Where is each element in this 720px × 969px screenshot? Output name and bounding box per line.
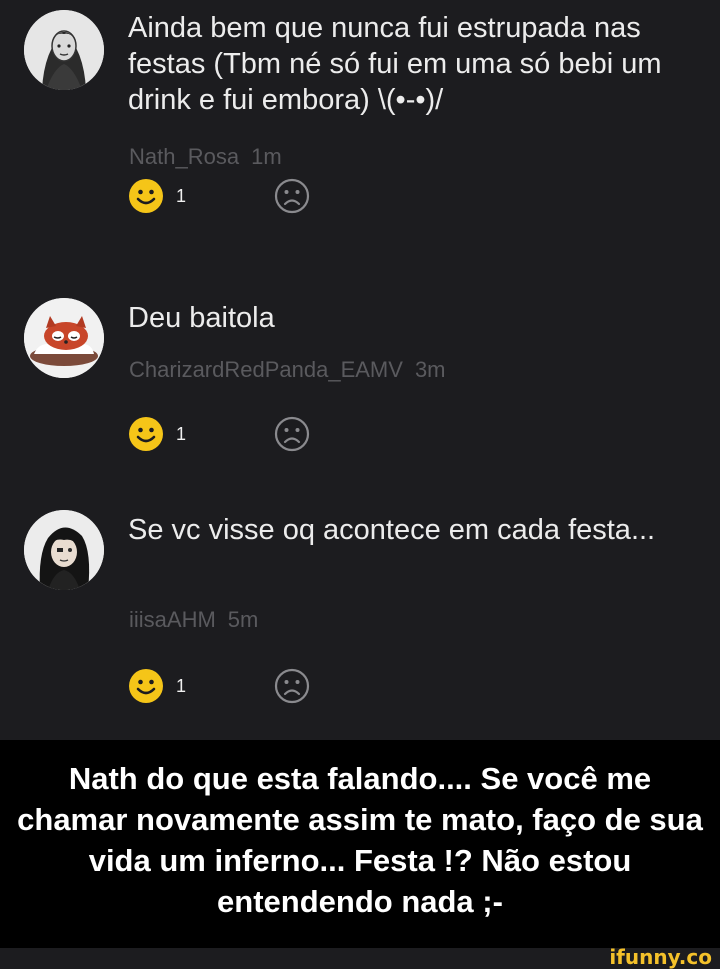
comment-list: Ainda bem que nunca fui estrupada nas fe…	[0, 0, 720, 740]
ifunny-watermark: ifunny.co	[609, 945, 712, 969]
username[interactable]: Nath_Rosa	[129, 144, 239, 169]
frown-icon	[274, 178, 310, 214]
username[interactable]: CharizardRedPanda_EAMV	[129, 357, 403, 382]
timestamp: 3m	[414, 357, 446, 382]
timestamp: 5m	[227, 607, 259, 632]
comment-meta: iiisaAHM 5m	[129, 607, 258, 633]
comment-text: Se vc visse oq acontece em cada festa...	[128, 514, 656, 546]
comment-text: Ainda bem que nunca fui estrupada nas fe…	[128, 12, 662, 116]
frown-reaction-button[interactable]	[274, 668, 310, 704]
smile-count: 1	[176, 186, 187, 206]
smile-icon	[129, 417, 163, 451]
smile-icon	[129, 179, 163, 213]
comment-meta: CharizardRedPanda_EAMV 3m	[129, 357, 446, 383]
timestamp: 1m	[251, 144, 282, 169]
frown-icon	[274, 668, 310, 704]
smile-icon	[129, 669, 163, 703]
smile-count: 1	[176, 424, 187, 444]
frown-reaction-button[interactable]	[274, 416, 310, 452]
meme-caption: Nath do que esta falando.... Se você me …	[0, 740, 720, 948]
comment-meta: Nath_Rosa 1m	[129, 144, 282, 170]
frown-reaction-button[interactable]	[274, 178, 310, 214]
username[interactable]: iiisaAHM	[129, 607, 216, 632]
avatar[interactable]	[24, 10, 104, 90]
avatar[interactable]	[24, 298, 104, 378]
smile-reaction-button[interactable]	[128, 668, 164, 704]
smile-count: 1	[176, 676, 187, 696]
girl-portrait-avatar-icon	[24, 10, 104, 90]
smile-reaction-button[interactable]	[128, 416, 164, 452]
avatar[interactable]	[24, 510, 104, 590]
anime-character-avatar-icon	[24, 510, 104, 590]
red-panda-avatar-icon	[24, 298, 104, 378]
comment-text: Deu baitola	[128, 302, 275, 334]
frown-icon	[274, 416, 310, 452]
smile-reaction-button[interactable]	[128, 178, 164, 214]
